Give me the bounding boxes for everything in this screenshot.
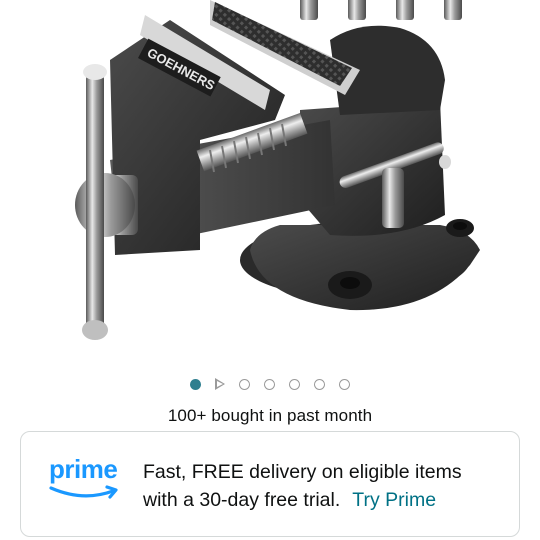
try-prime-link[interactable]: Try Prime [352,489,436,511]
prime-offer-text: Fast, FREE delivery on eligible items wi… [143,458,513,514]
video-play-icon[interactable] [215,378,225,390]
carousel-dot-1[interactable] [190,378,201,390]
carousel-dot-3[interactable] [264,378,275,390]
prime-logo: prime [49,454,125,502]
prime-line-1: Fast, FREE delivery on eligible items [143,461,462,483]
prime-logo-text: prime [49,454,118,484]
bought-in-past-month: 100+ bought in past month [167,406,373,425]
carousel-dot-5[interactable] [314,378,325,390]
prime-trial-text: with a 30-day free trial. [143,489,341,511]
product-image[interactable]: GOEHNERS [0,0,540,360]
image-carousel-indicators [0,376,540,392]
carousel-dot-4[interactable] [289,378,300,390]
prime-line-2: with a 30-day free trial. Try Prime [143,486,513,514]
prime-smile-icon [49,485,118,499]
spare-screws [300,0,462,20]
carousel-dot-2[interactable] [239,378,250,390]
prime-promo-card[interactable]: prime Fast, FREE delivery on eligible it… [20,431,520,537]
carousel-dot-6[interactable] [339,378,350,390]
